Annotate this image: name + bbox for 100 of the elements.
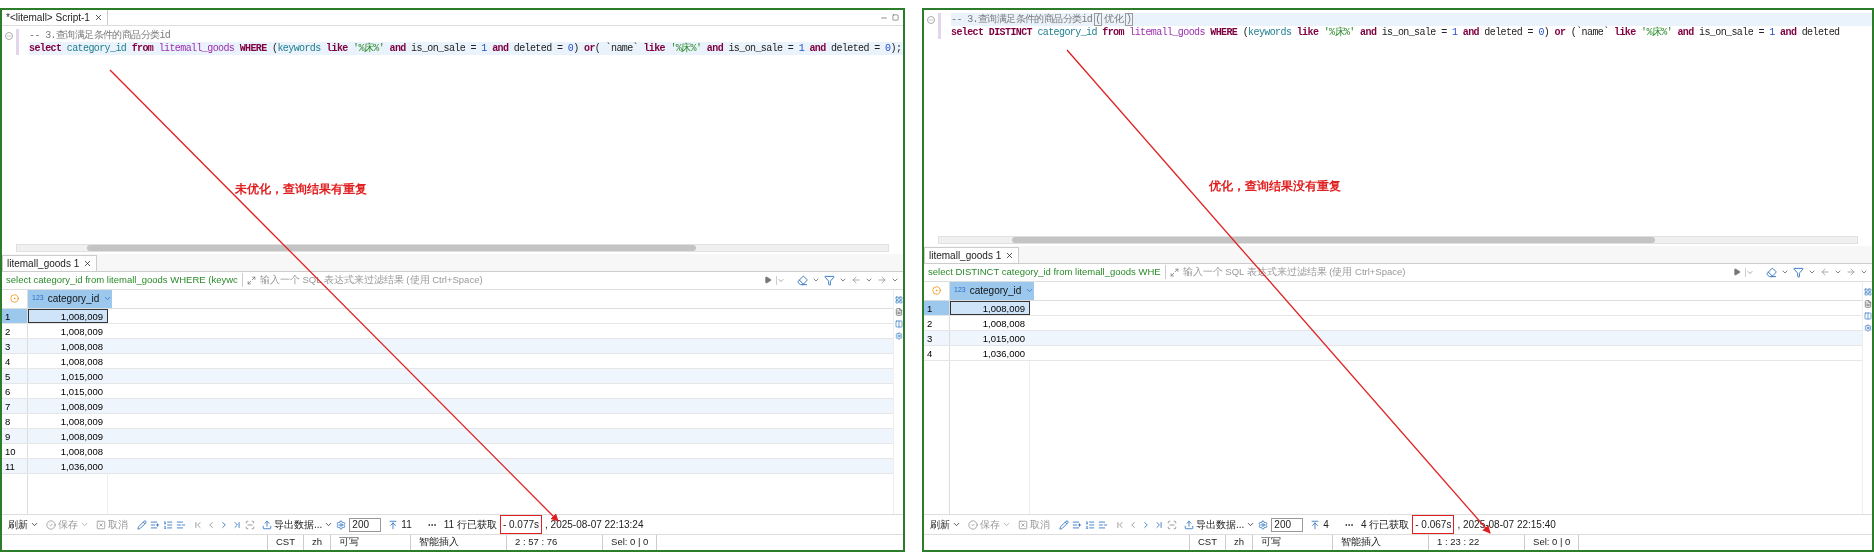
row-marker-icon (932, 286, 941, 295)
row-number[interactable]: 2 (2, 323, 28, 338)
table-cell[interactable]: 1,008,008 (28, 338, 108, 353)
table-cell[interactable]: 1,008,009 (28, 413, 108, 428)
delete-row-icon[interactable] (1098, 519, 1108, 530)
row-number[interactable]: 5 (2, 368, 28, 383)
table-cell[interactable]: 1,036,000 (950, 345, 1030, 360)
eraser-icon[interactable] (1766, 266, 1777, 278)
delete-row-icon[interactable] (176, 519, 186, 530)
row-number[interactable]: 3 (2, 338, 28, 353)
text-icon[interactable] (894, 307, 903, 316)
annotation-text: 未优化，查询结果有重复 (235, 181, 367, 198)
status-field: 智能插入 (410, 535, 507, 550)
maximize-icon[interactable] (892, 14, 899, 21)
settings-icon[interactable] (1863, 323, 1872, 332)
row-number[interactable]: 6 (2, 383, 28, 398)
row-number[interactable]: 3 (924, 330, 950, 345)
settings-icon[interactable] (1258, 519, 1269, 530)
close-icon (96, 519, 106, 530)
status-field: 1 : 23 : 22 (1428, 535, 1525, 550)
settings-icon[interactable] (336, 519, 347, 530)
edit-icon[interactable] (137, 519, 147, 530)
row-number[interactable]: 2 (924, 315, 950, 330)
table-cell[interactable]: 1,008,009 (28, 323, 108, 338)
previous-icon[interactable] (206, 519, 216, 530)
settings-icon[interactable] (894, 331, 903, 340)
add-row-icon[interactable] (1072, 519, 1082, 530)
close-icon[interactable] (1005, 250, 1015, 260)
horizontal-scrollbar[interactable] (16, 243, 889, 252)
edit-icon[interactable] (1059, 519, 1069, 530)
expand-icon[interactable] (1169, 267, 1179, 277)
caret-icon[interactable] (812, 276, 820, 284)
caret-icon[interactable] (1860, 268, 1868, 276)
table-cell[interactable]: 1,015,000 (28, 383, 108, 398)
expand-icon[interactable] (246, 275, 256, 285)
fetch-size-field[interactable]: 200 (1271, 517, 1304, 532)
filter-icon[interactable] (1793, 266, 1804, 278)
fetch-count-icon[interactable] (388, 519, 399, 530)
add-row-icon[interactable] (150, 519, 160, 530)
panel-icon[interactable] (894, 295, 903, 304)
table-cell[interactable]: 1,015,000 (950, 330, 1030, 345)
previous-icon[interactable] (1128, 519, 1138, 530)
result-tab[interactable]: litemall_goods 1 (924, 246, 1020, 263)
back-icon[interactable] (851, 275, 861, 285)
caret-icon[interactable] (891, 276, 899, 284)
timestamp: , 2025-08-07 22:13:24 (545, 518, 644, 532)
table-cell[interactable]: 1,008,008 (950, 315, 1030, 330)
status-field: zh (303, 535, 331, 550)
row-number[interactable]: 7 (2, 398, 28, 413)
refresh-button[interactable]: 刷新 (6, 517, 41, 532)
horizontal-scrollbar[interactable] (938, 235, 1858, 244)
columns-icon[interactable] (894, 319, 903, 328)
table-cell[interactable]: 1,008,008 (28, 353, 108, 368)
first-page-icon[interactable] (1115, 519, 1125, 530)
row-number[interactable]: 11 (2, 458, 28, 473)
eraser-icon[interactable] (797, 274, 808, 286)
close-icon[interactable] (83, 258, 93, 268)
status-field: Sel: 0 | 0 (1524, 535, 1579, 550)
back-icon[interactable] (1820, 267, 1830, 277)
row-number[interactable]: 10 (2, 443, 28, 458)
table-cell[interactable]: 1,015,000 (28, 368, 108, 383)
caret-icon[interactable] (1834, 268, 1842, 276)
export-button[interactable]: 导出数据... (262, 517, 334, 532)
forward-icon[interactable] (877, 275, 887, 285)
play-icon[interactable] (764, 276, 772, 284)
table-cell[interactable]: 1,008,009 (28, 398, 108, 413)
caret-icon[interactable] (839, 276, 847, 284)
caret-icon[interactable] (1808, 268, 1816, 276)
table-cell[interactable]: 1,008,008 (28, 443, 108, 458)
columns-icon[interactable] (1863, 311, 1872, 320)
panel-icon[interactable] (1863, 287, 1872, 296)
fetch-size-field[interactable]: 200 (349, 517, 382, 532)
sort-icon[interactable] (103, 294, 113, 303)
close-icon[interactable] (93, 13, 103, 22)
row-number[interactable]: 8 (2, 413, 28, 428)
last-page-icon[interactable] (1154, 519, 1164, 530)
export-button[interactable]: 导出数据... (1184, 517, 1256, 532)
next-icon[interactable] (219, 519, 229, 530)
sort-icon[interactable] (1025, 286, 1035, 295)
status-field: zh (1225, 535, 1253, 550)
row-number[interactable]: 4 (2, 353, 28, 368)
table-cell[interactable]: 1,008,009 (28, 428, 108, 443)
check-circle-icon (46, 519, 56, 530)
table-cell[interactable]: 1,036,000 (28, 458, 108, 473)
last-page-icon[interactable] (232, 519, 242, 530)
text-icon[interactable] (1863, 299, 1872, 308)
status-field: 智能插入 (1332, 535, 1429, 550)
row-number[interactable]: 4 (924, 345, 950, 360)
result-tab[interactable]: litemall_goods 1 (2, 254, 98, 271)
refresh-button[interactable]: 刷新 (928, 517, 963, 532)
next-icon[interactable] (1141, 519, 1151, 530)
caret-icon[interactable] (865, 276, 873, 284)
first-page-icon[interactable] (193, 519, 203, 530)
filter-icon[interactable] (824, 274, 835, 286)
status-field: 可写 (330, 535, 411, 550)
play-icon[interactable] (1733, 268, 1741, 276)
row-number[interactable]: 9 (2, 428, 28, 443)
fetch-count-icon[interactable] (1310, 519, 1321, 530)
caret-icon[interactable] (1781, 268, 1789, 276)
forward-icon[interactable] (1846, 267, 1856, 277)
